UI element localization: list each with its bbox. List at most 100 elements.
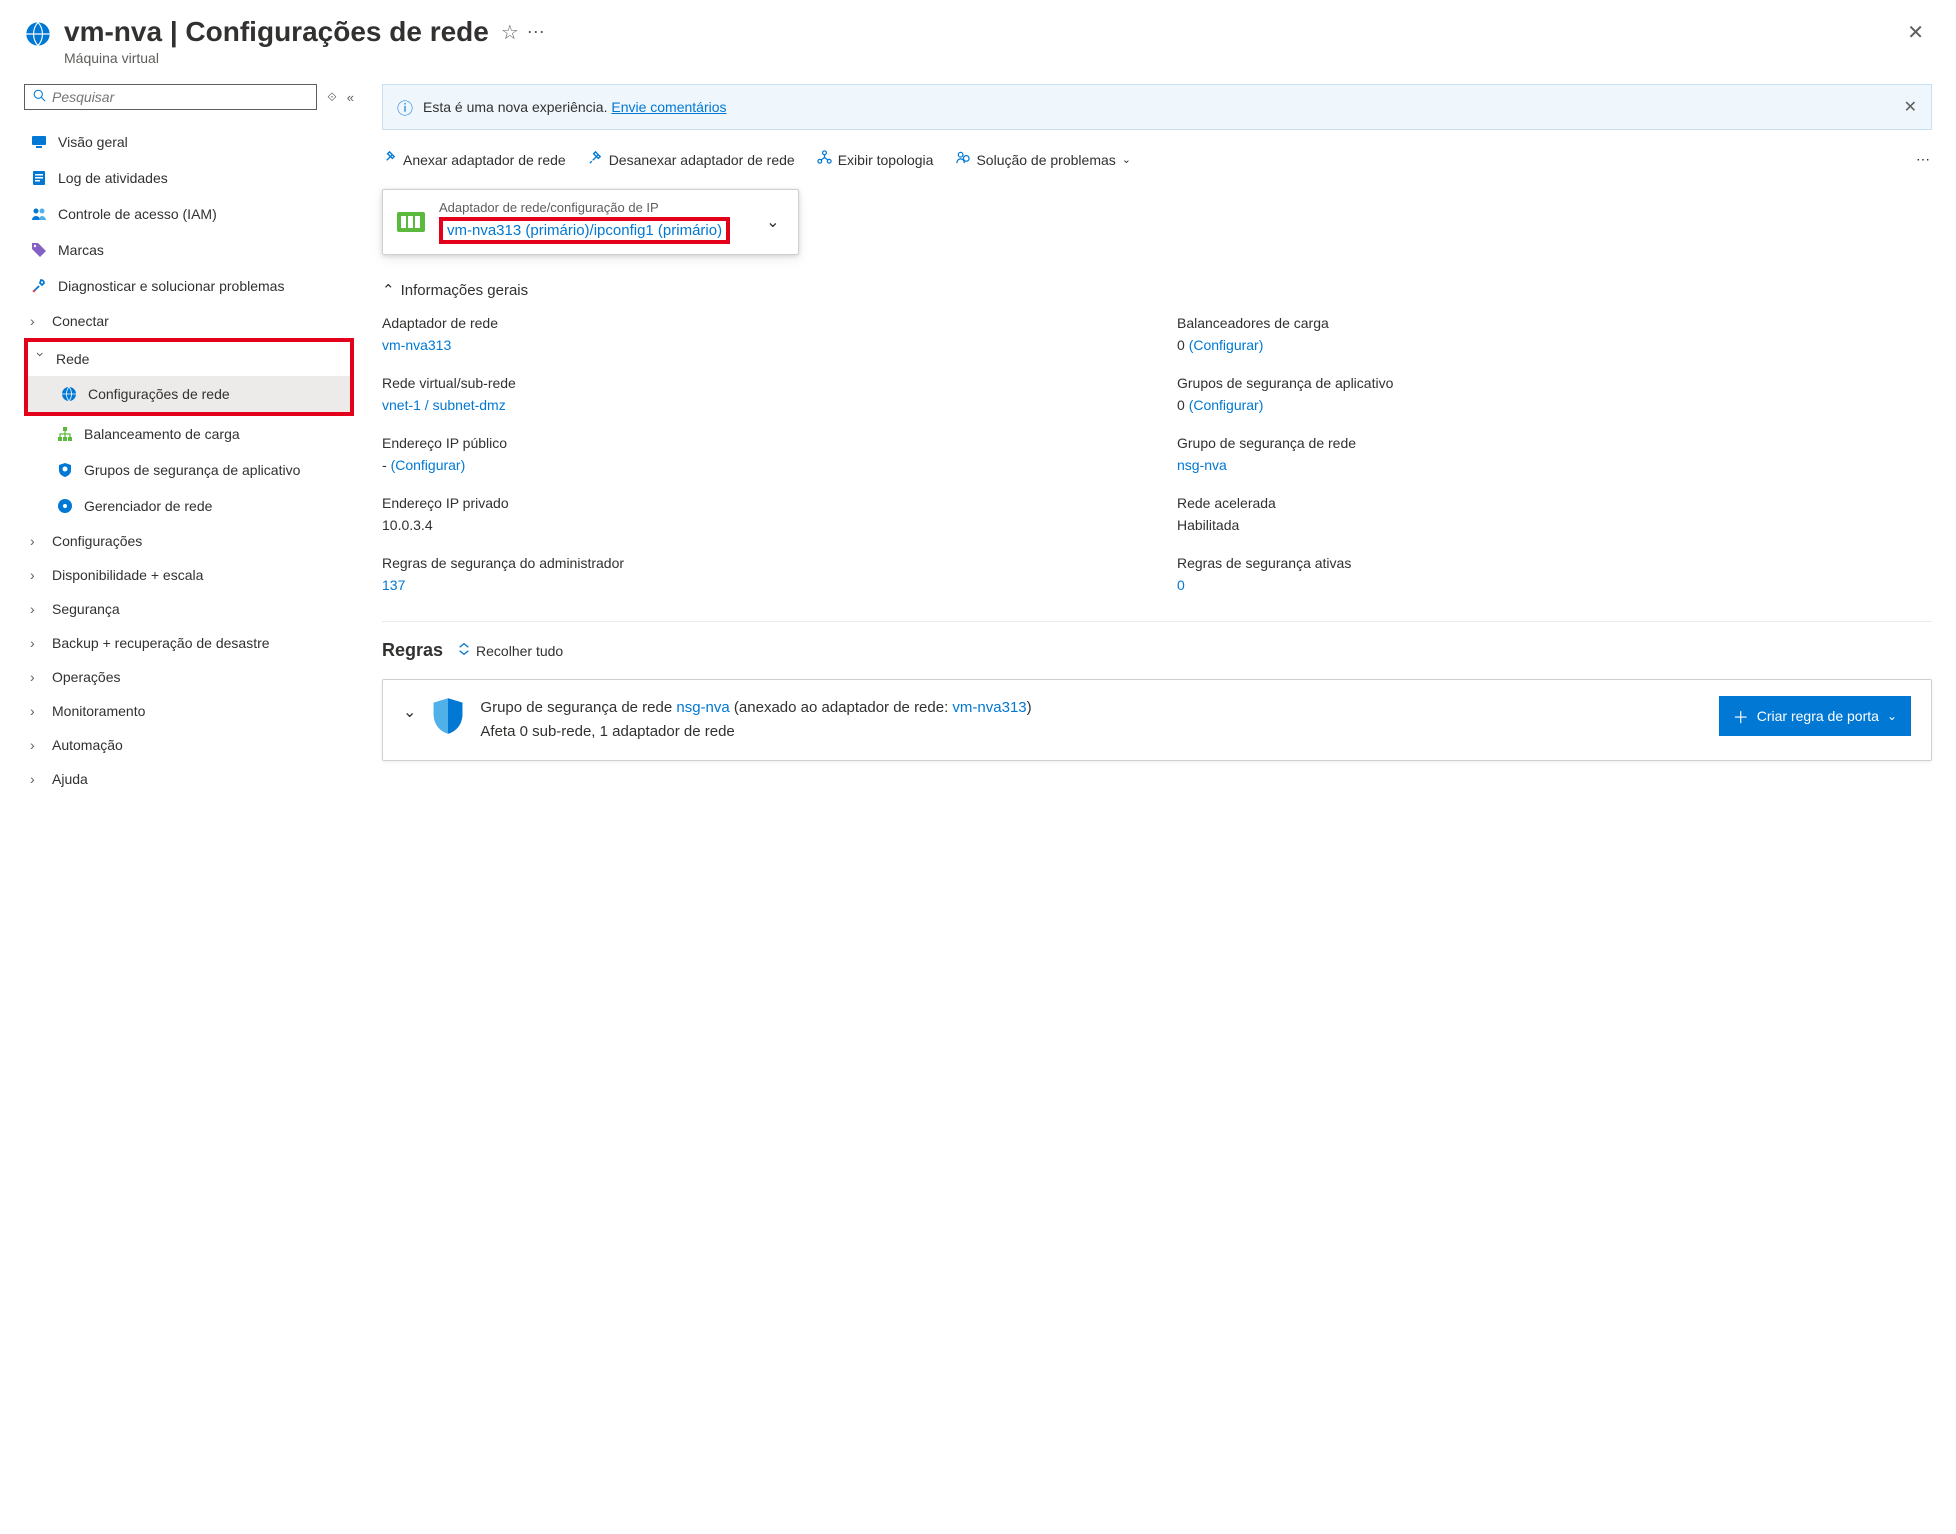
header-more-button[interactable]: ⋯ xyxy=(527,22,547,43)
topology-button[interactable]: Exibir topologia xyxy=(817,150,934,169)
people-icon xyxy=(30,205,48,223)
nic-label: Adaptador de rede xyxy=(382,315,1137,331)
resource-type-label: Máquina virtual xyxy=(64,50,1899,66)
sidebar-item-asg[interactable]: Grupos de segurança de aplicativo xyxy=(24,452,354,488)
sidebar-item-iam[interactable]: Controle de acesso (IAM) xyxy=(24,196,354,232)
feedback-link[interactable]: Envie comentários xyxy=(611,99,726,115)
asg-label: Grupos de segurança de aplicativo xyxy=(1177,375,1932,391)
info-icon: ⓘ xyxy=(397,95,413,119)
sidebar-item-help[interactable]: › Ajuda xyxy=(24,762,354,796)
sidebar-item-overview[interactable]: Visão geral xyxy=(24,124,354,160)
vnet-link[interactable]: vnet-1 / subnet-dmz xyxy=(382,397,506,413)
create-port-rule-button[interactable]: ＋ Criar regra de porta ⌄ xyxy=(1719,696,1911,736)
nsg-card: ⌄ Grupo de segurança de rede nsg-nva (an… xyxy=(382,679,1932,761)
sidebar-item-backup[interactable]: › Backup + recuperação de desastre xyxy=(24,626,354,660)
toolbar-more-button[interactable]: ⋯ xyxy=(1916,151,1932,168)
globe-icon xyxy=(60,385,78,403)
highlight-nic-value: vm-nva313 (primário)/ipconfig1 (primário… xyxy=(439,217,730,244)
attach-nic-button[interactable]: Anexar adaptador de rede xyxy=(382,150,566,169)
nsg-label: Grupo de segurança de rede xyxy=(1177,435,1932,451)
sidebar-item-network-manager[interactable]: Gerenciador de rede xyxy=(24,488,354,524)
close-button[interactable]: ✕ xyxy=(1899,16,1932,49)
search-box[interactable] xyxy=(24,84,317,110)
pip-configure-link[interactable]: (Configurar) xyxy=(391,457,466,473)
sidebar-item-tags[interactable]: Marcas xyxy=(24,232,354,268)
asg-icon xyxy=(56,461,74,479)
lb-label: Balanceadores de carga xyxy=(1177,315,1932,331)
troubleshoot-button[interactable]: Solução de problemas ⌄ xyxy=(955,150,1131,169)
banner-close-button[interactable]: ✕ xyxy=(1904,97,1917,117)
vm-network-icon xyxy=(24,20,52,48)
chevron-right-icon: › xyxy=(30,737,44,753)
expand-icon[interactable]: ⟐ xyxy=(327,90,336,105)
tag-icon xyxy=(30,241,48,259)
lb-configure-link[interactable]: (Configurar) xyxy=(1189,337,1264,353)
sidebar-item-diagnose[interactable]: Diagnosticar e solucionar problemas xyxy=(24,268,354,304)
nic-icon xyxy=(395,206,427,238)
sidebar-item-activity-log[interactable]: Log de atividades xyxy=(24,160,354,196)
sidebar-item-settings[interactable]: › Configurações xyxy=(24,524,354,558)
network-manager-icon xyxy=(56,497,74,515)
asg-configure-link[interactable]: (Configurar) xyxy=(1189,397,1264,413)
shield-icon xyxy=(430,696,466,736)
collapse-all-button[interactable]: Recolher tudo xyxy=(457,642,563,659)
accel-value: Habilitada xyxy=(1177,517,1932,533)
log-icon xyxy=(30,169,48,187)
chevron-down-icon: ⌄ xyxy=(766,212,779,232)
chevron-right-icon: › xyxy=(30,669,44,685)
sidebar-item-operations[interactable]: › Operações xyxy=(24,660,354,694)
chevron-right-icon: › xyxy=(30,601,44,617)
chevron-right-icon: › xyxy=(30,703,44,719)
toolbar: Anexar adaptador de rede Desanexar adapt… xyxy=(382,150,1932,169)
search-input[interactable] xyxy=(52,89,308,105)
sidebar-item-availability[interactable]: › Disponibilidade + escala xyxy=(24,558,354,592)
chevron-down-icon[interactable]: ⌄ xyxy=(403,702,416,722)
chevron-down-icon: › xyxy=(33,352,49,366)
sidebar-item-networking[interactable]: › Rede xyxy=(28,342,350,376)
collapse-sidebar-icon[interactable]: « xyxy=(347,90,354,105)
general-info-toggle[interactable]: ⌃ Informações gerais xyxy=(382,281,1932,299)
sidebar-item-load-balancing[interactable]: Balanceamento de carga xyxy=(24,416,354,452)
nsg-nic-link[interactable]: vm-nva313 xyxy=(952,699,1026,716)
vnet-label: Rede virtual/sub-rede xyxy=(382,375,1137,391)
nsg-link[interactable]: nsg-nva xyxy=(1177,457,1227,473)
highlight-rede-section: › Rede Configurações de rede xyxy=(24,338,354,416)
page-title: vm-nva | Configurações de rede xyxy=(64,16,489,48)
active-rules-label: Regras de segurança ativas xyxy=(1177,555,1932,571)
load-balancer-icon xyxy=(56,425,74,443)
topology-icon xyxy=(817,150,832,169)
chevron-right-icon: › xyxy=(30,313,44,329)
attach-icon xyxy=(382,150,397,169)
accel-label: Rede acelerada xyxy=(1177,495,1932,511)
admin-rules-link[interactable]: 137 xyxy=(382,577,405,593)
monitor-icon xyxy=(30,133,48,151)
rules-title: Regras xyxy=(382,640,443,661)
info-banner: ⓘ Esta é uma nova experiência. Envie com… xyxy=(382,84,1932,130)
search-icon xyxy=(33,89,46,105)
sidebar-item-network-settings[interactable]: Configurações de rede xyxy=(28,376,350,412)
nic-selector-label: Adaptador de rede/configuração de IP xyxy=(439,200,730,215)
active-rules-link[interactable]: 0 xyxy=(1177,577,1185,593)
sidebar-item-monitoring[interactable]: › Monitoramento xyxy=(24,694,354,728)
sidebar-item-automation[interactable]: › Automação xyxy=(24,728,354,762)
admin-rules-label: Regras de segurança do administrador xyxy=(382,555,1137,571)
sidebar: ⟐ « Visão geral Log de atividades Contro… xyxy=(24,84,354,796)
sidebar-item-connect[interactable]: › Conectar xyxy=(24,304,354,338)
collapse-icon xyxy=(457,642,471,659)
favorite-button[interactable]: ☆ xyxy=(501,20,519,45)
nic-selector-card[interactable]: Adaptador de rede/configuração de IP vm-… xyxy=(382,189,799,255)
nsg-affects-text: Afeta 0 sub-rede, 1 adaptador de rede xyxy=(480,720,1718,744)
nic-selector-value[interactable]: vm-nva313 (primário)/ipconfig1 (primário… xyxy=(447,222,722,239)
privip-label: Endereço IP privado xyxy=(382,495,1137,511)
detach-nic-button[interactable]: Desanexar adaptador de rede xyxy=(588,150,795,169)
chevron-up-icon: ⌃ xyxy=(382,281,395,299)
person-help-icon xyxy=(955,150,970,169)
sidebar-item-security[interactable]: › Segurança xyxy=(24,592,354,626)
plus-icon: ＋ xyxy=(1733,704,1749,728)
chevron-right-icon: › xyxy=(30,635,44,651)
nsg-name-link[interactable]: nsg-nva xyxy=(676,699,729,716)
divider xyxy=(382,621,1932,622)
chevron-right-icon: › xyxy=(30,567,44,583)
pip-label: Endereço IP público xyxy=(382,435,1137,451)
nic-link[interactable]: vm-nva313 xyxy=(382,337,451,353)
